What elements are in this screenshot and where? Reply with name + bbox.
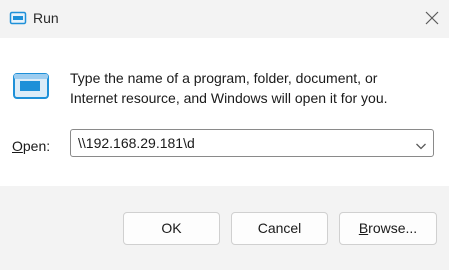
dialog-content: Type the name of a program, folder, docu… <box>0 38 449 186</box>
description-line-2: Internet resource, and Windows will open… <box>70 90 388 106</box>
open-label-rest: pen: <box>22 138 51 154</box>
browse-mnemonic: B <box>358 220 369 236</box>
description-text: Type the name of a program, folder, docu… <box>70 68 440 108</box>
chevron-down-icon[interactable] <box>415 138 427 150</box>
browse-label-rest: rowse... <box>368 220 418 236</box>
run-program-icon <box>12 72 50 102</box>
cancel-button[interactable]: Cancel <box>231 212 328 245</box>
description-line-1: Type the name of a program, folder, docu… <box>70 70 378 86</box>
close-button[interactable] <box>417 4 447 32</box>
browse-button[interactable]: Browse... <box>339 212 437 245</box>
title-bar: Run <box>0 0 449 38</box>
ok-button[interactable]: OK <box>123 212 220 245</box>
open-label-mnemonic: O <box>12 138 23 154</box>
open-label: Open: <box>12 138 50 154</box>
open-input[interactable] <box>78 135 408 151</box>
open-combobox[interactable] <box>70 129 434 157</box>
window-title: Run <box>33 10 59 26</box>
close-icon <box>425 11 439 25</box>
run-icon <box>9 11 27 25</box>
